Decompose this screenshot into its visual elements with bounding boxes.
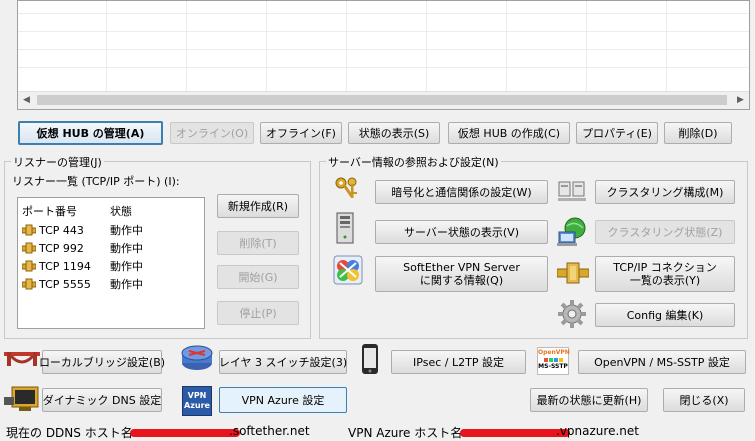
listener-list-header: ポート番号 状態 [22, 203, 170, 219]
vpn-azure-icon-line2: Azure [184, 401, 210, 410]
grid-line [346, 1, 347, 91]
network-globe-icon [557, 217, 586, 246]
clustering-config-button[interactable]: クラスタリング構成(M) [595, 180, 735, 204]
port-connector-icon [22, 278, 36, 290]
listener-row[interactable]: TCP 5555 動作中 [22, 276, 170, 292]
phone-icon [362, 344, 378, 374]
status-button[interactable]: 状態の表示(S) [348, 122, 440, 144]
stop-listener-button[interactable]: 停止(P) [217, 301, 299, 325]
router-icon [181, 345, 213, 370]
clustered-servers-icon [558, 181, 586, 201]
local-bridge-button[interactable]: ローカルブリッジ設定(B) [39, 350, 165, 374]
properties-button[interactable]: プロパティ(E) [576, 122, 658, 144]
listener-state-cell: 動作中 [110, 260, 143, 273]
listener-state-cell: 動作中 [110, 224, 143, 237]
horizontal-scrollbar[interactable]: ◀ ▶ [18, 91, 749, 109]
listener-list[interactable]: ポート番号 状態 TCP 443 動作中 TCP 992 動作中 TCP 1194 動作中… [17, 197, 205, 329]
vpn-azure-icon-line1: VPN [187, 391, 207, 400]
ipsec-l2tp-button[interactable]: IPsec / L2TP 設定 [391, 350, 526, 374]
listener-port-cell: TCP 5555 [22, 278, 110, 291]
grid-line [426, 1, 427, 91]
listener-group-title: リスナーの管理(J) [11, 154, 104, 170]
about-server-line2: に関する情報(Q) [419, 274, 504, 287]
tcpip-connections-line2: 一覧の表示(Y) [629, 274, 701, 287]
port-connector-icon [22, 260, 36, 272]
grid-line [18, 13, 749, 14]
column-header-state[interactable]: 状態 [110, 203, 170, 219]
monitor-icon [4, 386, 39, 411]
listener-port-cell: TCP 992 [22, 242, 110, 255]
refresh-button[interactable]: 最新の状態に更新(H) [530, 388, 648, 412]
listener-port-cell: TCP 443 [22, 224, 110, 237]
windows-logo-icon [538, 358, 568, 362]
grid-line [666, 1, 667, 91]
start-listener-button[interactable]: 開始(G) [217, 265, 299, 289]
scrollbar-thumb[interactable] [37, 95, 727, 105]
listener-port-text: TCP 5555 [39, 277, 91, 291]
hub-list[interactable]: ◀ ▶ [17, 0, 750, 110]
grid-line [186, 1, 187, 91]
port-connector-icon [22, 224, 36, 236]
vpn-azure-icon: VPN Azure [182, 386, 212, 416]
gear-icon [558, 300, 586, 328]
server-info-group-title: サーバー情報の参照および設定(N) [326, 154, 501, 170]
ddns-hostname-label: 現在の DDNS ホスト名: [6, 426, 137, 440]
delete-listener-button[interactable]: 削除(T) [217, 231, 299, 255]
listener-list-label: リスナー一覧 (TCP/IP ポート) (I): [12, 175, 180, 188]
tcpip-connections-line1: TCP/IP コネクション [613, 261, 717, 274]
bridge-icon [4, 352, 40, 366]
redaction-mark [460, 429, 570, 437]
new-listener-button[interactable]: 新規作成(R) [217, 194, 299, 218]
azure-hostname-suffix: .vpnazure.net [556, 424, 639, 438]
grid-line [18, 67, 749, 68]
encryption-settings-button[interactable]: 暗号化と通信関係の設定(W) [375, 180, 548, 204]
listener-state-cell: 動作中 [110, 278, 143, 291]
listener-port-text: TCP 992 [39, 241, 84, 255]
create-hub-button[interactable]: 仮想 HUB の作成(C) [448, 122, 570, 144]
server-tower-icon [336, 212, 354, 244]
softether-logo-icon [333, 255, 363, 285]
grid-line [586, 1, 587, 91]
grid-line [106, 1, 107, 91]
vpn-azure-settings-button[interactable]: VPN Azure 設定 [219, 387, 347, 413]
grid-line [266, 1, 267, 91]
mssstp-logo-label: MS-SSTP [538, 363, 568, 370]
delete-hub-button[interactable]: 削除(D) [664, 122, 732, 144]
about-server-line1: SoftEther VPN Server [403, 261, 520, 274]
listener-row[interactable]: TCP 443 動作中 [22, 222, 170, 238]
grid-line [18, 49, 749, 50]
network-pipe-icon [557, 262, 589, 284]
ddns-hostname-suffix: .softether.net [229, 424, 310, 438]
ddns-settings-button[interactable]: ダイナミック DNS 設定 [42, 388, 162, 412]
layer3-switch-button[interactable]: レイヤ 3 スイッチ設定(3) [219, 350, 347, 374]
port-connector-icon [22, 242, 36, 254]
grid-line [18, 31, 749, 32]
manage-hub-button[interactable]: 仮想 HUB の管理(A) [18, 121, 163, 145]
listener-row[interactable]: TCP 992 動作中 [22, 240, 170, 256]
grid-line [506, 1, 507, 91]
listener-row[interactable]: TCP 1194 動作中 [22, 258, 170, 274]
config-edit-button[interactable]: Config 編集(K) [595, 303, 735, 327]
openvpn-logo-label: OpenVPN [538, 349, 570, 356]
server-status-button[interactable]: サーバー状態の表示(V) [375, 220, 548, 244]
azure-hostname-label: VPN Azure ホスト名: [348, 426, 467, 440]
about-server-button[interactable]: SoftEther VPN Server に関する情報(Q) [375, 256, 548, 292]
listener-state-cell: 動作中 [110, 242, 143, 255]
openvpn-logo-icon: OpenVPN MS-SSTP [537, 347, 570, 375]
keys-icon [335, 177, 357, 198]
scroll-left-icon[interactable]: ◀ [18, 92, 35, 108]
close-button[interactable]: 閉じる(X) [663, 388, 745, 412]
tcpip-connections-button[interactable]: TCP/IP コネクション 一覧の表示(Y) [595, 256, 735, 292]
column-header-port[interactable]: ポート番号 [22, 203, 110, 219]
listener-port-cell: TCP 1194 [22, 260, 110, 273]
openvpn-mssstp-button[interactable]: OpenVPN / MS-SSTP 設定 [578, 350, 746, 374]
listener-port-text: TCP 1194 [39, 259, 91, 273]
clustering-status-button[interactable]: クラスタリング状態(Z) [595, 220, 735, 244]
redaction-mark [130, 429, 240, 437]
scroll-right-icon[interactable]: ▶ [732, 92, 749, 108]
offline-button[interactable]: オフライン(F) [260, 122, 342, 144]
listener-port-text: TCP 443 [39, 223, 84, 237]
online-button[interactable]: オンライン(O) [170, 122, 254, 144]
